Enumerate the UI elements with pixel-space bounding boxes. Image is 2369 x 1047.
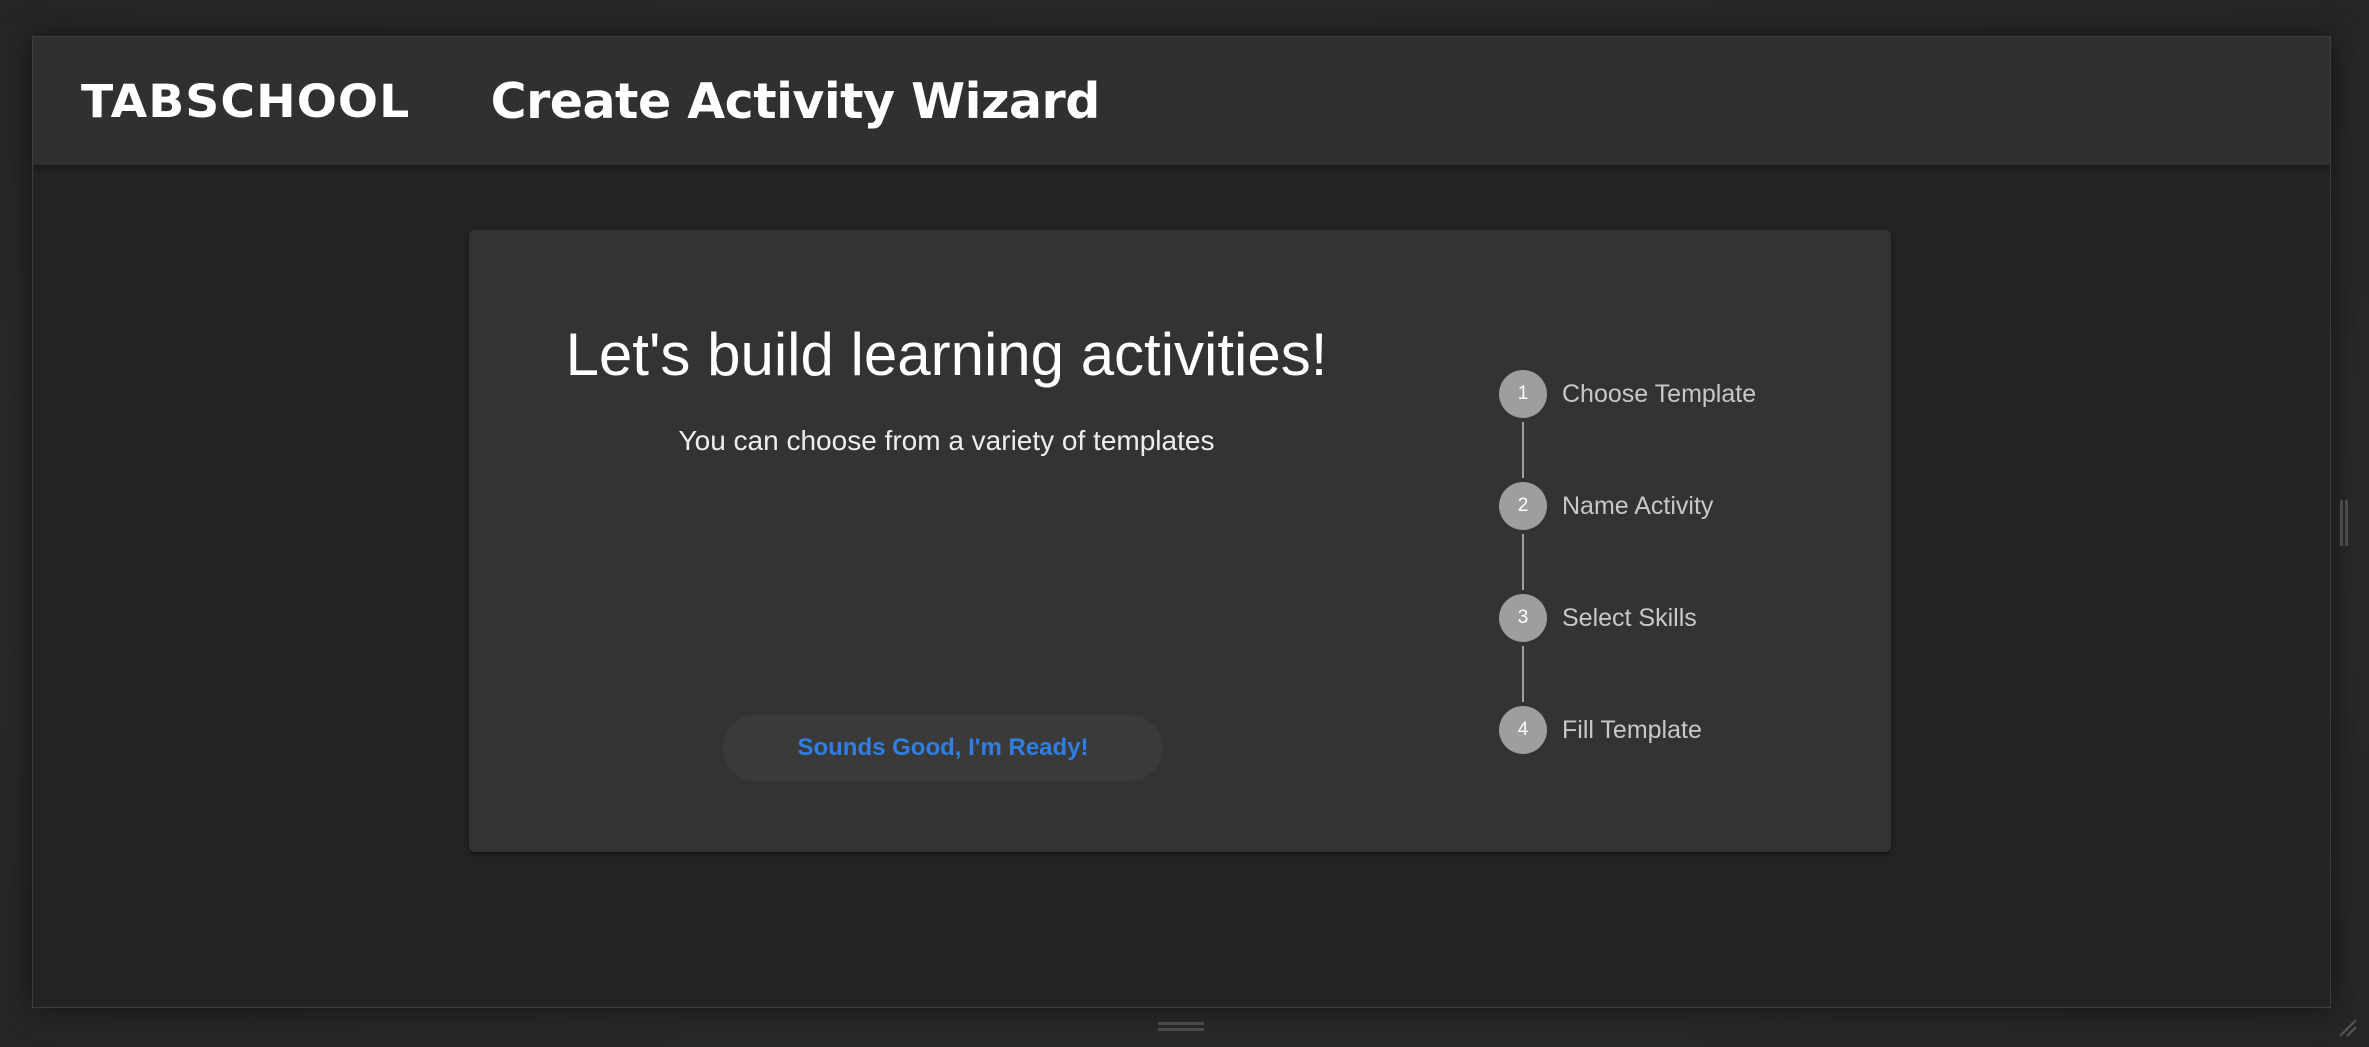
desktop-background: TABSCHOOL Create Activity Wizard Let's b…	[0, 0, 2369, 1047]
step-label: Name Activity	[1562, 492, 1714, 520]
step-number-circle: 3	[1499, 594, 1547, 642]
step-connector	[1522, 534, 1524, 590]
intro-heading: Let's build learning activities!	[565, 321, 1328, 388]
step-fill-template: 4 Fill Template	[1499, 706, 1859, 754]
resize-handle-bottom[interactable]	[1158, 1022, 1204, 1032]
step-connector	[1522, 646, 1524, 702]
step-connector	[1522, 422, 1524, 478]
app-window: TABSCHOOL Create Activity Wizard Let's b…	[32, 36, 2331, 1008]
page-title: Create Activity Wizard	[490, 72, 1101, 130]
step-label: Choose Template	[1562, 380, 1757, 408]
wizard-stepper: 1 Choose Template 2 Name Activity 3 Sele…	[1499, 370, 1859, 754]
step-number-circle: 4	[1499, 706, 1547, 754]
resize-handle-right[interactable]	[2340, 500, 2350, 546]
app-bar: TABSCHOOL Create Activity Wizard	[33, 37, 2330, 165]
step-name-activity: 2 Name Activity	[1499, 482, 1859, 594]
step-number-circle: 1	[1499, 370, 1547, 418]
intro-subheading: You can choose from a variety of templat…	[678, 425, 1215, 456]
step-label: Fill Template	[1562, 716, 1702, 744]
step-select-skills: 3 Select Skills	[1499, 594, 1859, 706]
resize-corner-icon[interactable]	[2336, 1016, 2358, 1038]
step-choose-template: 1 Choose Template	[1499, 370, 1859, 482]
ready-button[interactable]: Sounds Good, I'm Ready!	[723, 715, 1163, 781]
wizard-intro-card: Let's build learning activities! You can…	[469, 230, 1891, 852]
app-logo[interactable]: TABSCHOOL	[81, 75, 410, 128]
step-number-circle: 2	[1499, 482, 1547, 530]
step-label: Select Skills	[1562, 604, 1697, 632]
